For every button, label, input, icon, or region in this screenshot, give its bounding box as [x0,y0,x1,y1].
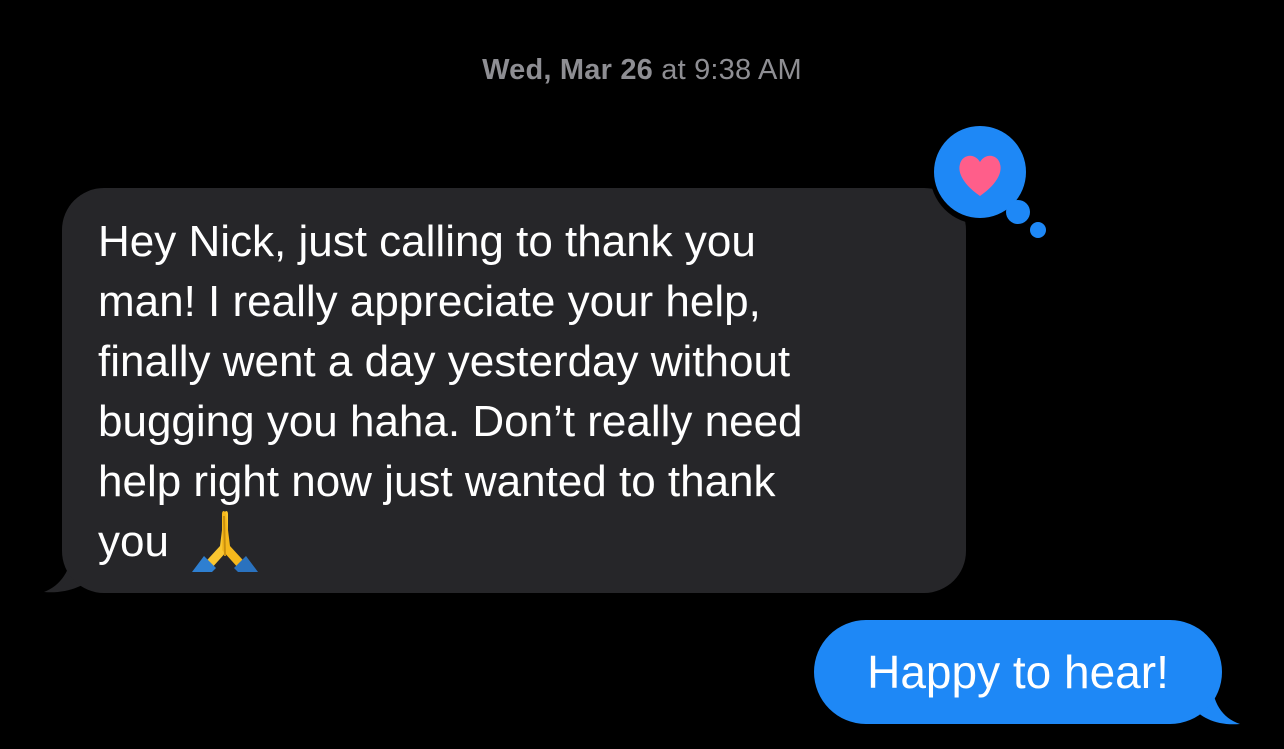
timestamp-time: at 9:38 AM [661,54,802,86]
heart-reaction-bubble[interactable] [930,124,1030,224]
folded-hands-emoji [192,511,258,572]
timestamp-date: Wed, Mar 26 [482,54,653,86]
message-timestamp: Wed, Mar 26 at 9:38 AM [0,54,1284,87]
sent-message-text: Happy to hear! [867,646,1169,698]
reaction-trail-dot [1030,222,1046,238]
